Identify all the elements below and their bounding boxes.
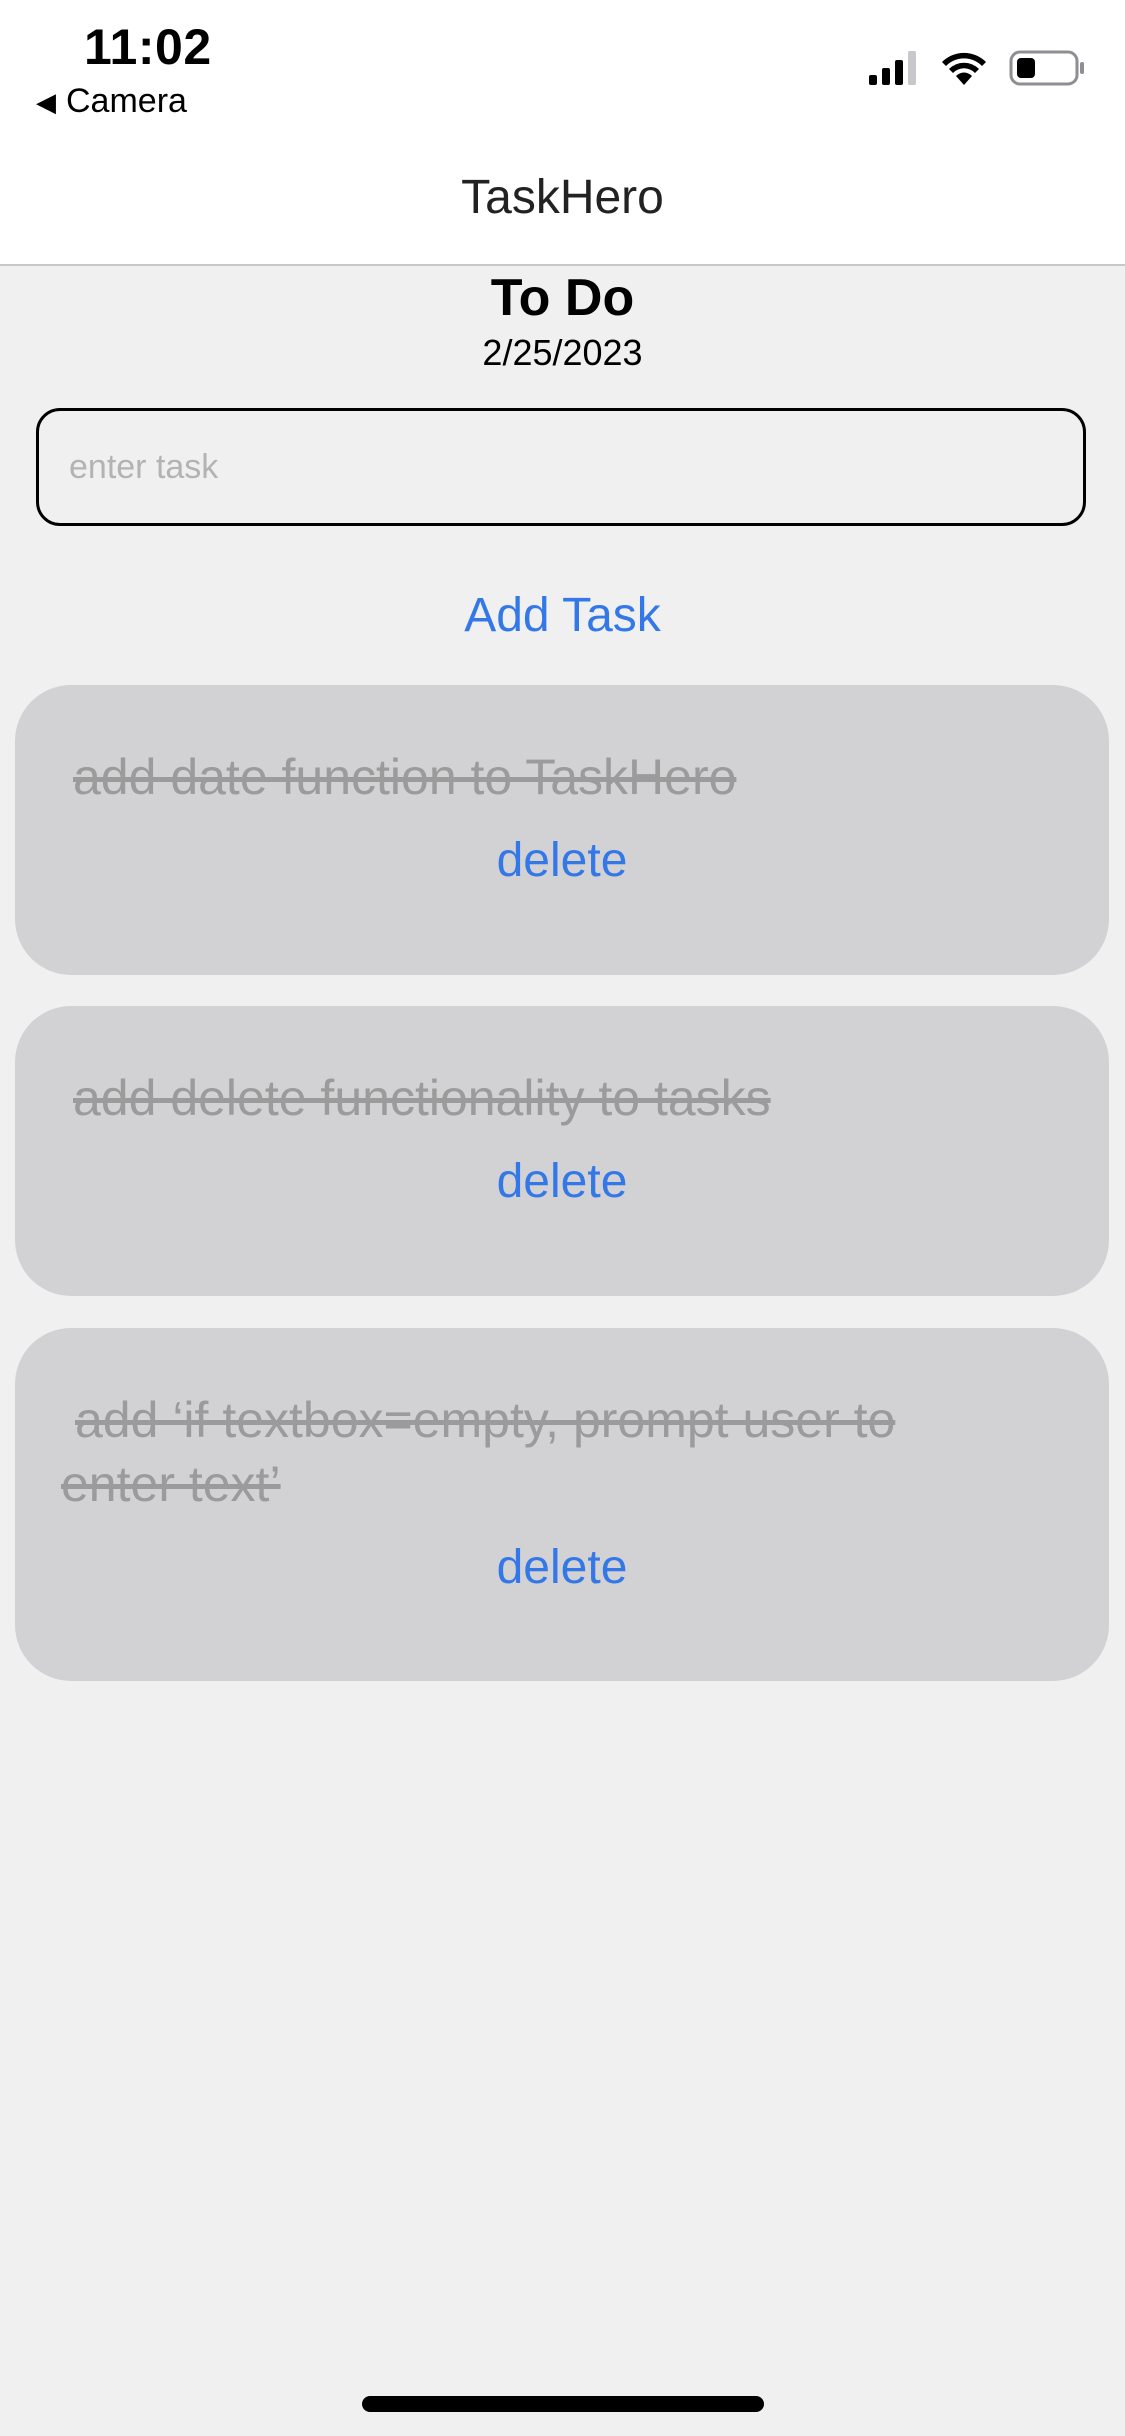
- back-to-camera-button[interactable]: ◀ Camera: [36, 82, 187, 121]
- battery-icon: [1009, 50, 1084, 86]
- delete-button[interactable]: delete: [15, 1154, 1109, 1209]
- task-input[interactable]: [36, 408, 1086, 526]
- home-indicator[interactable]: [362, 2396, 764, 2412]
- task-text: add delete functionality to tasks: [73, 1070, 771, 1126]
- status-time: 11:02: [84, 19, 212, 75]
- back-triangle-icon: ◀: [36, 86, 56, 117]
- task-text: add ‘if textbox=empty, prompt user to en…: [61, 1392, 896, 1512]
- task-card: add ‘if textbox=empty, prompt user to en…: [15, 1328, 1109, 1681]
- delete-button[interactable]: delete: [15, 1540, 1109, 1595]
- app-screen: 11:02 ◀ Camera TaskHero To Do 2/25/2023 …: [0, 0, 1125, 2436]
- wifi-icon: [942, 52, 986, 85]
- add-task-button[interactable]: Add Task: [0, 588, 1125, 643]
- task-text: add date function to TaskHero: [73, 749, 737, 805]
- top-bar: 11:02 ◀ Camera TaskHero: [0, 0, 1125, 266]
- status-icons: [869, 50, 1085, 86]
- back-label: Camera: [66, 82, 187, 120]
- cellular-signal-icon: [869, 51, 916, 85]
- task-card: add delete functionality to tasks delete: [15, 1006, 1109, 1296]
- date-label: 2/25/2023: [482, 332, 643, 373]
- page-title: To Do: [490, 269, 635, 327]
- task-card: add date function to TaskHero delete: [15, 685, 1109, 975]
- nav-title: TaskHero: [461, 171, 664, 224]
- delete-button[interactable]: delete: [15, 833, 1109, 888]
